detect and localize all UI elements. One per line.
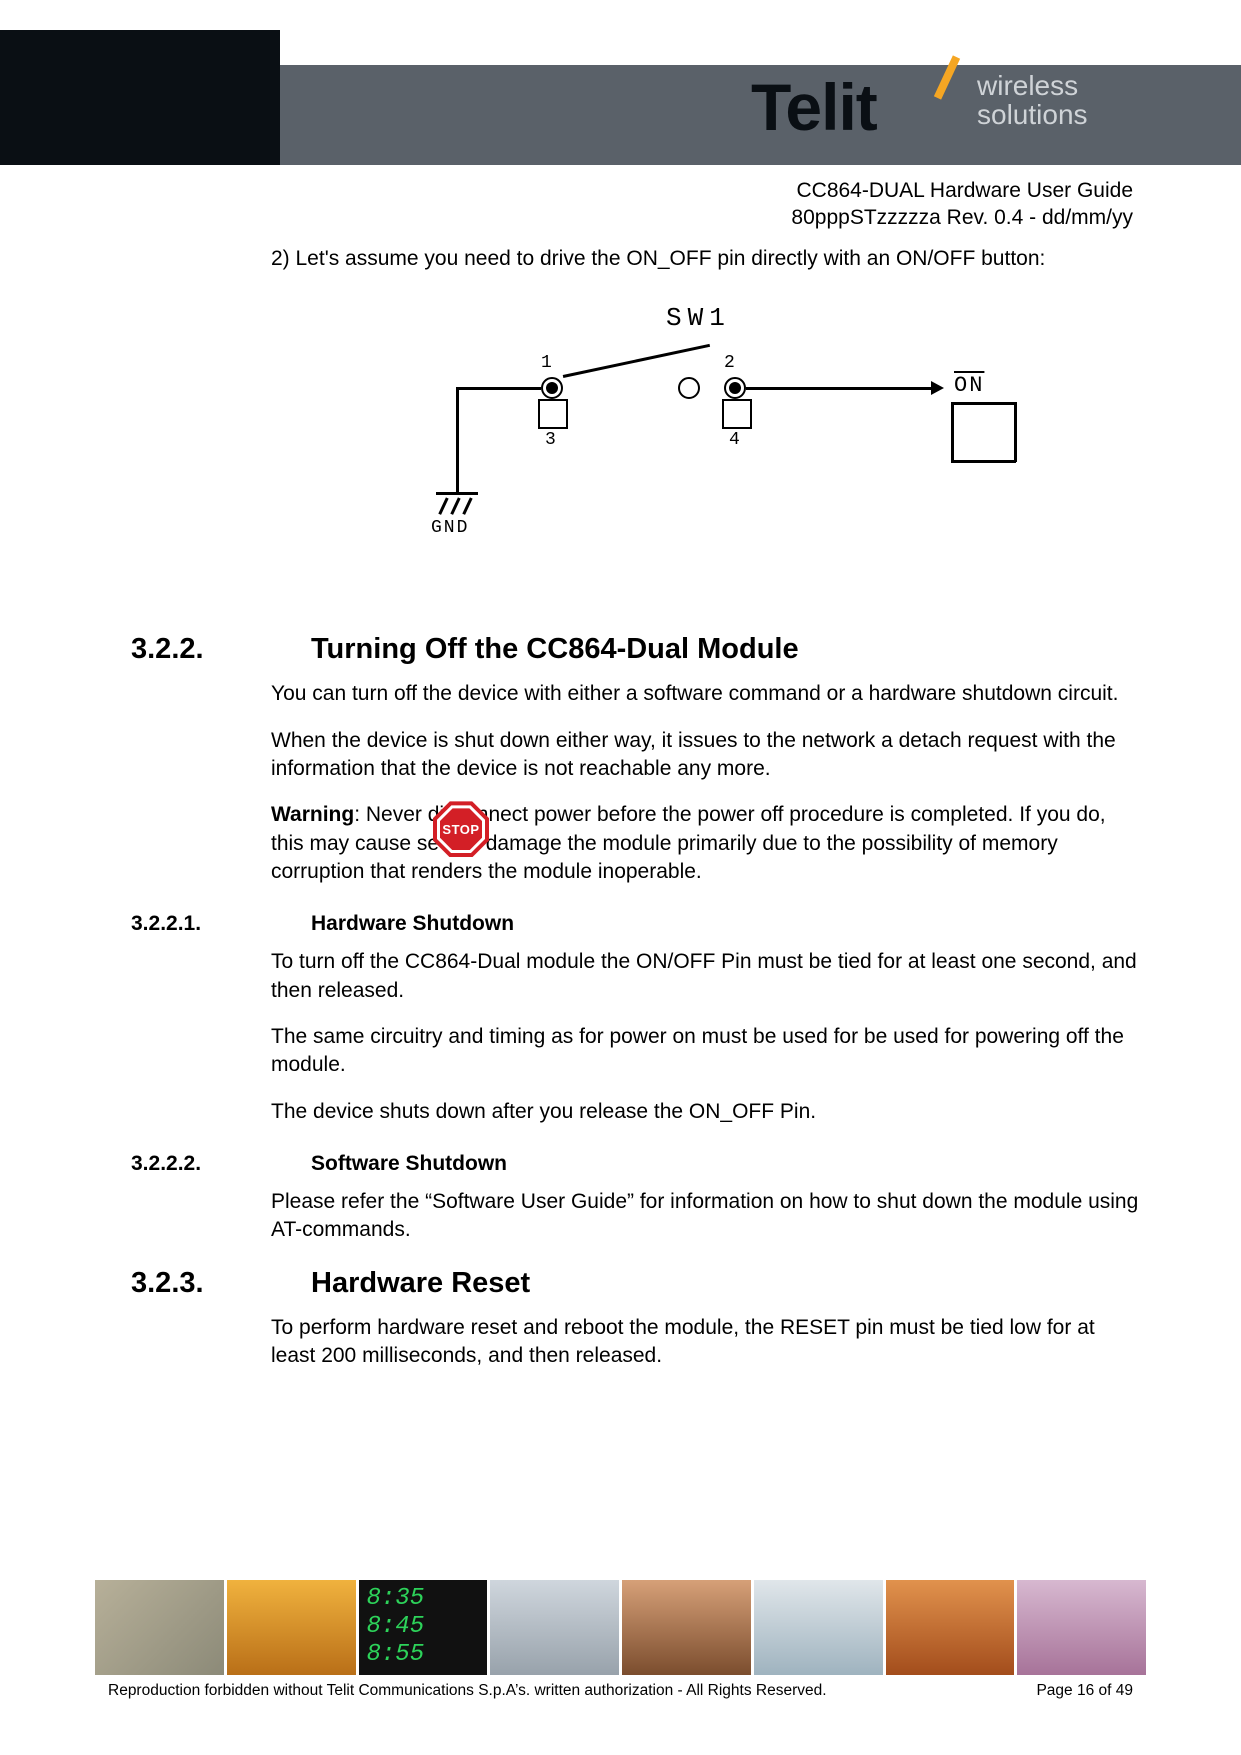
wire — [951, 402, 1016, 405]
body-text: The device shuts down after you release … — [271, 1098, 1141, 1126]
gnd-icon — [436, 492, 478, 495]
doc-title: CC864-DUAL Hardware User Guide — [791, 177, 1133, 204]
stop-icon: STOP — [433, 801, 489, 857]
on-label: ON — [954, 373, 984, 398]
intro-paragraph: 2) Let's assume you need to drive the ON… — [271, 245, 1141, 273]
wire — [456, 387, 541, 390]
tagline-line1: wireless — [977, 71, 1088, 100]
section-number: 3.2.2. — [131, 633, 311, 666]
footer-legal: Reproduction forbidden without Telit Com… — [108, 1682, 827, 1700]
wire — [951, 402, 954, 462]
footer-tile — [227, 1580, 356, 1675]
footer-line: Reproduction forbidden without Telit Com… — [108, 1682, 1133, 1700]
document-meta: CC864-DUAL Hardware User Guide 80pppSTzz… — [791, 177, 1133, 232]
clock-time-1: 8:35 — [367, 1586, 425, 1611]
circuit-diagram: SW1 1 3 2 4 ON — [396, 303, 1016, 563]
warning-paragraph: Warning: Never disconnect power before t… — [271, 801, 1141, 886]
subsection-number: 3.2.2.2. — [131, 1152, 311, 1176]
logo-tagline: wireless solutions — [977, 71, 1088, 130]
section-title: Hardware Reset — [311, 1267, 530, 1300]
subsection-heading-3222: 3.2.2.2. Software Shutdown — [271, 1152, 1141, 1176]
pin1-label: 1 — [541, 353, 552, 373]
body-text: You can turn off the device with either … — [271, 680, 1141, 708]
footer-tile — [886, 1580, 1015, 1675]
pin2-label: 2 — [724, 353, 735, 373]
warning-icon-column: STOP — [433, 801, 489, 857]
subsection-heading-3221: 3.2.2.1. Hardware Shutdown — [271, 912, 1141, 936]
page-header: Telit wireless solutions — [0, 30, 1241, 165]
footer-tile — [1017, 1580, 1146, 1675]
gnd-label: GND — [431, 518, 469, 538]
stop-icon-label: STOP — [442, 822, 479, 837]
body-text: Please refer the “Software User Guide” f… — [271, 1188, 1141, 1245]
logo: Telit wireless solutions — [751, 45, 1131, 155]
wire — [951, 460, 1016, 463]
body-text: The same circuitry and timing as for pow… — [271, 1023, 1141, 1080]
footer-tile — [622, 1580, 751, 1675]
logo-accent-icon — [934, 55, 960, 99]
page-content: 2) Let's assume you need to drive the ON… — [271, 245, 1141, 1389]
warning-body: : Never disconnect power before the powe… — [271, 803, 1106, 883]
subsection-title: Software Shutdown — [311, 1152, 507, 1176]
wire — [456, 387, 459, 492]
section-number: 3.2.3. — [131, 1267, 311, 1300]
footer-image-strip: 8:35 8:45 8:55 — [95, 1580, 1146, 1675]
section-heading-322: 3.2.2. Turning Off the CC864-Dual Module — [271, 633, 1141, 666]
wire — [1014, 402, 1017, 462]
subsection-number: 3.2.2.1. — [131, 912, 311, 936]
logo-mark: Telit — [751, 50, 961, 150]
footer-tile-clock: 8:35 8:45 8:55 — [359, 1580, 488, 1675]
subsection-title: Hardware Shutdown — [311, 912, 514, 936]
footer-tile — [95, 1580, 224, 1675]
open-terminal — [678, 377, 700, 399]
footer-tile — [490, 1580, 619, 1675]
logo-text: Telit — [751, 69, 877, 145]
wire — [746, 387, 931, 390]
tagline-line2: solutions — [977, 100, 1088, 129]
body-text: To turn off the CC864-Dual module the ON… — [271, 948, 1141, 1005]
switch-label: SW1 — [666, 303, 731, 333]
arrow-icon — [931, 381, 944, 395]
pin3-box — [538, 399, 568, 429]
warning-label: Warning — [271, 803, 354, 826]
clock-time-2: 8:45 — [367, 1614, 425, 1639]
section-heading-323: 3.2.3. Hardware Reset — [271, 1267, 1141, 1300]
clock-time-3: 8:55 — [367, 1642, 425, 1667]
header-dark-block — [0, 30, 280, 165]
pin3-label: 3 — [545, 430, 556, 450]
body-text: When the device is shut down either way,… — [271, 727, 1141, 784]
switch-arm — [563, 344, 710, 378]
body-text: To perform hardware reset and reboot the… — [271, 1314, 1141, 1371]
footer-tile — [754, 1580, 883, 1675]
pin4-box — [722, 399, 752, 429]
pin4-label: 4 — [729, 430, 740, 450]
doc-revision: 80pppSTzzzzza Rev. 0.4 - dd/mm/yy — [791, 204, 1133, 231]
section-title: Turning Off the CC864-Dual Module — [311, 633, 799, 666]
footer-page: Page 16 of 49 — [1036, 1682, 1133, 1700]
